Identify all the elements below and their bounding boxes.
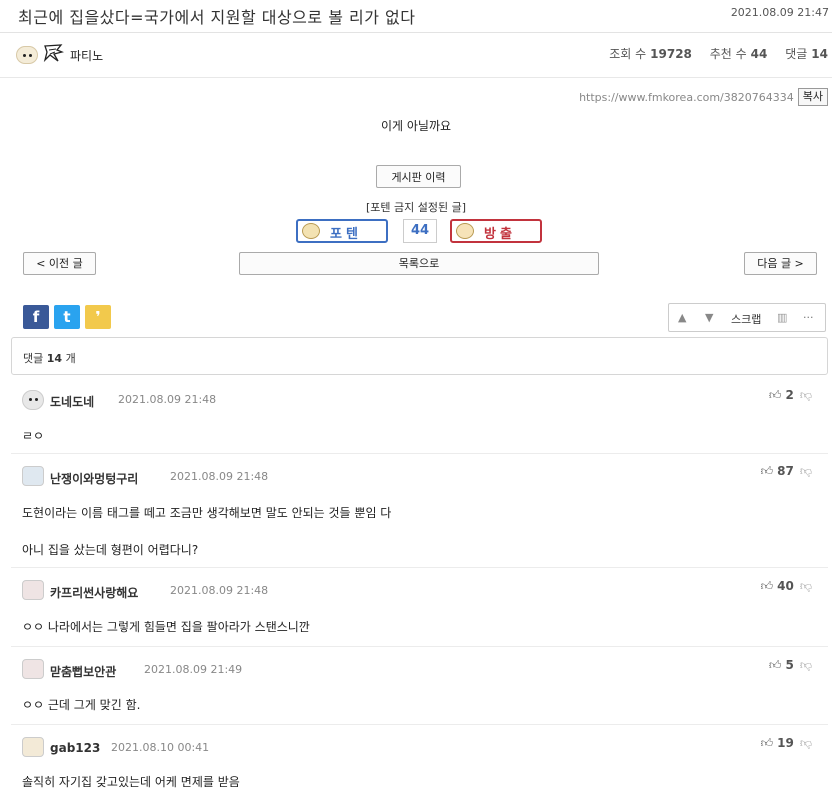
author-avatar[interactable] bbox=[16, 46, 38, 64]
potten-vote-button[interactable]: 포텐 bbox=[296, 219, 388, 243]
recommend-label: 추천 수 bbox=[709, 47, 747, 61]
comment-date: 2021.08.09 21:48 bbox=[170, 470, 269, 483]
comment-item: 카프리썬사랑해요 2021.08.09 21:48 👍︎ 40 👎︎ ㅇㅇ 나라에서… bbox=[11, 569, 828, 647]
post-header: 최근에 집을샀다=국가에서 지원할 대상으로 볼 리가 없다 2021.08.0… bbox=[0, 0, 832, 33]
comment-date: 2021.08.09 21:48 bbox=[170, 584, 269, 597]
comment-votes: 👍︎ 2 👎︎ bbox=[769, 388, 812, 403]
comments-count: 14 bbox=[811, 47, 828, 61]
comment-item: gab123 2021.08.10 00:41 👍︎ 19 👎︎ 솔직히 자기집 갖… bbox=[11, 726, 828, 789]
comment-body: 도현이라는 이름 태그를 떼고 조금만 생각해보면 말도 안되는 것들 뿐임 다 bbox=[22, 506, 392, 520]
post-content: 이게 아닐까요 bbox=[380, 119, 452, 133]
comment-vote-count: 40 bbox=[777, 579, 794, 593]
post-meta: 파티노 조회 수 19728 추천 수 44 댓글 14 bbox=[0, 34, 832, 78]
comment-votes: 👍︎ 87 👎︎ bbox=[761, 464, 812, 479]
kakaostory-share-icon[interactable]: ❜ bbox=[85, 305, 111, 329]
comment-votes: 👍︎ 40 👎︎ bbox=[761, 579, 812, 594]
url-row: https://www.fmkorea.com/3820764334 복사 bbox=[579, 88, 828, 106]
share-buttons: f t ❜ bbox=[23, 305, 111, 329]
scrap-button[interactable]: 스크랩 bbox=[731, 311, 761, 327]
thumbs-down-icon[interactable]: 👎︎ bbox=[800, 388, 812, 402]
comment-count: 14 bbox=[46, 352, 63, 365]
bangchul-vote-button[interactable]: 방출 bbox=[450, 219, 542, 243]
potten-ban-notice: [포텐 금지 설정된 글] bbox=[365, 201, 467, 214]
post-date: 2021.08.09 21:47 bbox=[730, 6, 829, 19]
comment-avatar[interactable] bbox=[22, 390, 44, 410]
facebook-share-icon[interactable]: f bbox=[23, 305, 49, 329]
thumbs-down-icon[interactable]: 👎︎ bbox=[800, 736, 812, 750]
comment-body: 솔직히 자기집 갖고있는데 어케 면제를 받음 bbox=[22, 775, 240, 789]
comment-avatar[interactable] bbox=[22, 737, 44, 757]
comment-votes: 👍︎ 5 👎︎ bbox=[769, 658, 812, 673]
thumbs-up-icon[interactable]: 👍︎ bbox=[761, 736, 774, 750]
comment-avatar[interactable] bbox=[22, 580, 44, 600]
comment-date: 2021.08.09 21:48 bbox=[118, 393, 217, 406]
comment-date: 2021.08.10 00:41 bbox=[111, 741, 210, 754]
level-icon bbox=[43, 44, 64, 63]
vote-row: 포텐 44 방출 bbox=[296, 219, 546, 243]
comment-vote-count: 5 bbox=[785, 658, 794, 672]
downvote-arrow-icon[interactable]: ▼ bbox=[705, 311, 713, 324]
list-button[interactable]: 목록으로 bbox=[239, 252, 599, 275]
comment-body: ㅇㅇ 근데 그게 맞긴 함. bbox=[22, 698, 141, 712]
thumbs-down-icon[interactable]: 👎︎ bbox=[800, 579, 812, 593]
comment-date: 2021.08.09 21:49 bbox=[144, 663, 243, 676]
recommend-count: 44 bbox=[750, 47, 768, 61]
comment-count-bar: 댓글 14 개 bbox=[11, 337, 828, 375]
comment-item: 도네도네 2021.08.09 21:48 👍︎ 2 👎︎ ㄹㅇ bbox=[11, 378, 828, 454]
comments-label: 댓글 bbox=[785, 47, 808, 61]
comment-votes: 👍︎ 19 👎︎ bbox=[761, 736, 812, 751]
comment-item: 맏춤뻡보안관 2021.08.09 21:49 👍︎ 5 👎︎ ㅇㅇ 근데 그게 맞… bbox=[11, 648, 828, 725]
post-title: 최근에 집을샀다=국가에서 지원할 대상으로 볼 리가 없다 bbox=[18, 8, 416, 27]
comment-author[interactable]: 난쟁이와멍텅구리 bbox=[50, 470, 138, 487]
comment-body: ㄹㅇ bbox=[22, 429, 45, 443]
thumbs-up-icon[interactable]: 👍︎ bbox=[769, 388, 782, 402]
comment-count-label: 댓글 14 개 bbox=[23, 350, 76, 366]
twitter-share-icon[interactable]: t bbox=[54, 305, 80, 329]
upvote-arrow-icon[interactable]: ▲ bbox=[678, 311, 686, 324]
comment-author[interactable]: 카프리썬사랑해요 bbox=[50, 584, 138, 601]
comment-author[interactable]: 도네도네 bbox=[50, 393, 94, 410]
potten-label: 포텐 bbox=[330, 226, 362, 241]
thumbs-down-icon[interactable]: 👎︎ bbox=[800, 658, 812, 672]
post-stats: 조회 수 19728 추천 수 44 댓글 14 bbox=[609, 45, 828, 62]
comment-unit: 개 bbox=[65, 352, 76, 365]
smile-face-icon bbox=[302, 223, 320, 239]
comment-body: ㅇㅇ 나라에서는 그렇게 힘들면 집을 팔아라가 스탠스니깐 bbox=[22, 620, 310, 634]
copy-url-button[interactable]: 복사 bbox=[797, 88, 828, 106]
vote-count: 44 bbox=[403, 219, 437, 243]
thumbs-down-icon[interactable]: 👎︎ bbox=[800, 464, 812, 478]
comment-item: 난쟁이와멍텅구리 2021.08.09 21:48 👍︎ 87 👎︎ 도현이라는 이… bbox=[11, 455, 828, 568]
next-post-button[interactable]: 다음 글 > bbox=[744, 252, 817, 275]
views-label: 조회 수 bbox=[609, 47, 647, 61]
views-count: 19728 bbox=[650, 47, 692, 61]
angry-face-icon bbox=[456, 223, 474, 239]
comment-label: 댓글 bbox=[23, 352, 44, 365]
thumbs-up-icon[interactable]: 👍︎ bbox=[769, 658, 782, 672]
author-name[interactable]: 파티노 bbox=[70, 47, 103, 64]
more-icon[interactable]: ··· bbox=[803, 311, 814, 324]
comment-author[interactable]: 맏춤뻡보안관 bbox=[50, 663, 116, 680]
comment-vote-count: 87 bbox=[777, 464, 794, 478]
comment-author[interactable]: gab123 bbox=[50, 741, 100, 755]
comment-avatar[interactable] bbox=[22, 659, 44, 679]
post-tools: ▲ ▼ 스크랩 ▥ ··· bbox=[668, 303, 826, 332]
stats-icon[interactable]: ▥ bbox=[777, 311, 787, 324]
post-url: https://www.fmkorea.com/3820764334 bbox=[579, 90, 794, 104]
prev-post-button[interactable]: < 이전 글 bbox=[23, 252, 96, 275]
thumbs-up-icon[interactable]: 👍︎ bbox=[761, 579, 774, 593]
comment-vote-count: 19 bbox=[777, 736, 794, 750]
thumbs-up-icon[interactable]: 👍︎ bbox=[761, 464, 774, 478]
board-history-button[interactable]: 게시판 이력 bbox=[376, 165, 461, 188]
comment-vote-count: 2 bbox=[785, 388, 794, 402]
comment-body-line-2: 아니 집을 샀는데 형편이 어렵다니? bbox=[22, 543, 199, 557]
bangchul-label: 방출 bbox=[484, 226, 516, 241]
comment-avatar[interactable] bbox=[22, 466, 44, 486]
